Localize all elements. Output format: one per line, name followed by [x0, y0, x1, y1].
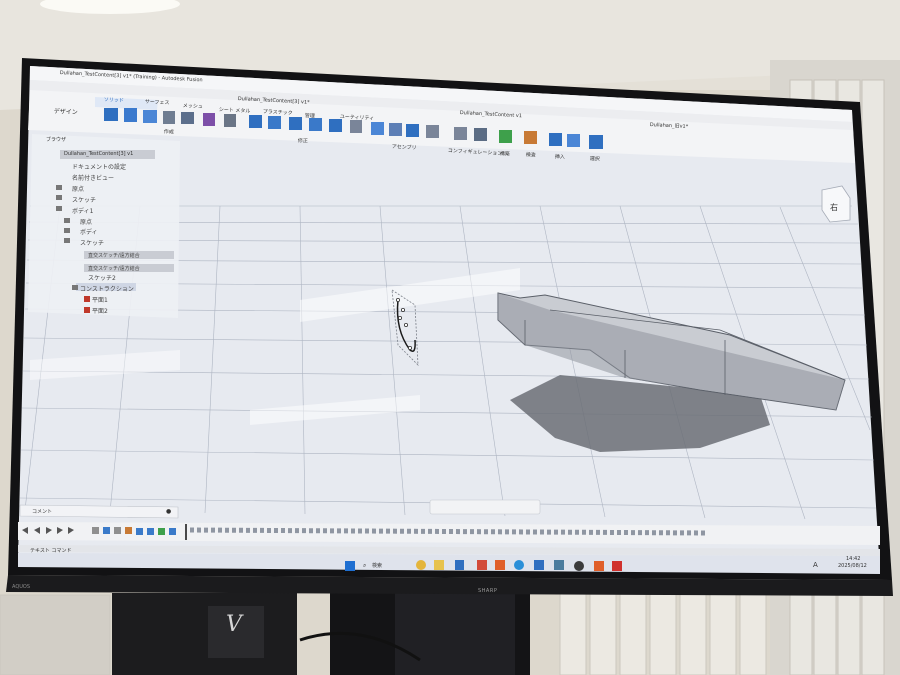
viewcube-right-face[interactable]: 右: [830, 202, 838, 213]
browser-item-sketch-b[interactable]: 直交スケッチ/遠方結合: [88, 265, 140, 272]
monitor-brand-aquos: AQUOS: [12, 584, 31, 590]
browser-item-document-settings[interactable]: ドキュメントの設定: [72, 162, 126, 171]
browser-item-component[interactable]: ボディ1: [72, 206, 93, 215]
browser-item-plane1[interactable]: 平面1: [92, 295, 108, 304]
tab-plastic[interactable]: プラスチック: [263, 108, 293, 117]
group-insert[interactable]: 挿入: [555, 153, 565, 161]
group-modify[interactable]: 修正: [298, 137, 308, 145]
browser-item-named-views[interactable]: 名前付きビュー: [72, 173, 114, 182]
browser-title: ブラウザ: [46, 137, 67, 143]
comments-add-icon[interactable]: ●: [166, 508, 171, 515]
tab-solid[interactable]: ソリッド: [104, 96, 124, 104]
browser-item-sketch2[interactable]: スケッチ2: [88, 273, 116, 282]
browser-item-component-sketches[interactable]: スケッチ: [80, 238, 104, 247]
windows-start-icon[interactable]: ⊞: [346, 561, 353, 570]
text-command-bar[interactable]: テキスト コマンド: [30, 547, 71, 554]
speaker-logo: V: [226, 612, 242, 637]
browser-item-sketches[interactable]: スケッチ: [72, 195, 96, 204]
group-construct[interactable]: 構築: [500, 150, 510, 158]
taskbar-date[interactable]: 2025/08/12: [838, 563, 867, 569]
workspace-dropdown[interactable]: デザイン: [54, 106, 78, 116]
browser-item-bodies[interactable]: ボディ: [80, 227, 98, 236]
scene: [0, 0, 900, 675]
group-assemble[interactable]: アセンブリ: [392, 143, 417, 151]
taskbar-time[interactable]: 14:42: [846, 556, 860, 562]
tab-manage[interactable]: 管理: [305, 112, 315, 120]
ime-indicator[interactable]: A: [813, 561, 818, 569]
taskbar-search[interactable]: 検索: [372, 562, 382, 569]
monitor-brand-sharp: SHARP: [478, 588, 498, 594]
taskbar-search-icon[interactable]: ⌕: [363, 562, 366, 570]
browser-item-plane2[interactable]: 平面2: [92, 306, 108, 315]
group-select[interactable]: 選択: [590, 155, 600, 163]
browser-item-construction[interactable]: コンストラクション: [80, 284, 134, 293]
group-create[interactable]: 作成: [164, 128, 174, 136]
browser-item-component-origin[interactable]: 原点: [80, 217, 92, 226]
tab-surface[interactable]: サーフェス: [145, 98, 170, 106]
browser-root[interactable]: Dullahan_TestContent[3] v1: [64, 151, 133, 157]
comments-panel[interactable]: コメント: [32, 508, 52, 515]
tab-mesh[interactable]: メッシュ: [183, 102, 203, 110]
browser-item-sketch-a[interactable]: 直交スケッチ/遠方結合: [88, 252, 140, 259]
browser-item-origin[interactable]: 原点: [72, 184, 84, 193]
group-inspect[interactable]: 検査: [526, 151, 536, 159]
